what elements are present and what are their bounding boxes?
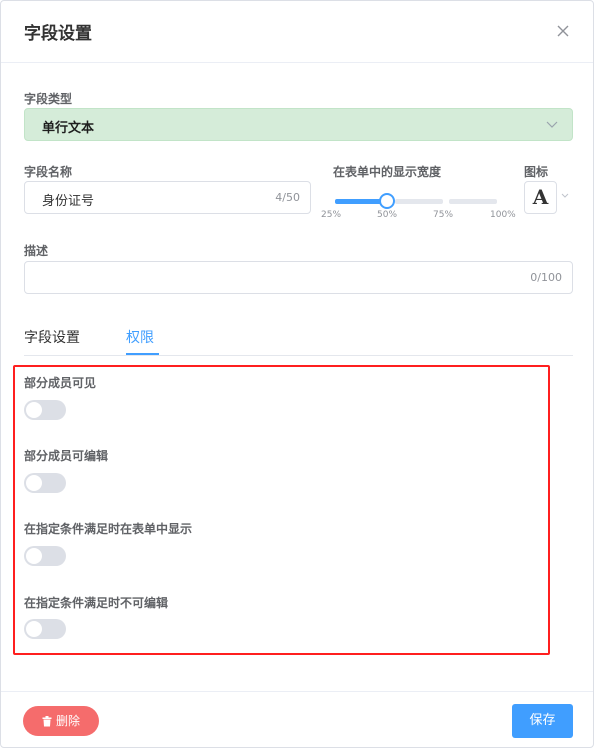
permission-toggle-editable[interactable]: [24, 473, 66, 493]
permission-toggle-conditional-show[interactable]: [24, 546, 66, 566]
icon-label: 图标: [524, 165, 549, 179]
description-input[interactable]: 0/100: [24, 261, 573, 294]
chevron-down-icon: [546, 121, 558, 128]
permission-label: 部分成员可编辑: [24, 449, 109, 463]
dialog-title: 字段设置: [24, 24, 92, 44]
settings-tabs: 字段设置 权限: [24, 321, 573, 356]
delete-label: 删除: [55, 714, 80, 728]
tab-permissions[interactable]: 权限: [126, 327, 154, 347]
slider-track-segment: [395, 199, 443, 204]
slider-tick-50: 50%: [377, 210, 398, 220]
toggle-knob: [26, 548, 42, 564]
permission-label: 部分成员可见: [24, 376, 97, 390]
chevron-down-icon[interactable]: [561, 193, 569, 199]
field-name-counter: 4/50: [275, 191, 300, 204]
close-icon[interactable]: [555, 23, 571, 39]
field-name-value: 身份证号: [42, 194, 95, 209]
field-settings-dialog: 字段设置 字段类型 单行文本 字段名称 身份证号 4/50 在表单中的显示宽度 …: [0, 0, 594, 748]
tab-field-settings[interactable]: 字段设置: [24, 327, 80, 347]
slider-tick-25: 25%: [321, 210, 342, 220]
display-width-slider[interactable]: 25% 50% 75% 100%: [321, 189, 521, 225]
dialog-footer: 删除 保存: [1, 691, 593, 747]
slider-track-segment: [449, 199, 497, 204]
permission-label: 在指定条件满足时在表单中显示: [24, 522, 193, 536]
font-icon-picker[interactable]: A: [524, 181, 557, 214]
toggle-knob: [26, 621, 42, 637]
delete-button[interactable]: 删除: [23, 706, 99, 736]
field-name-input[interactable]: 身份证号 4/50: [24, 181, 311, 214]
toggle-knob: [26, 402, 42, 418]
slider-thumb[interactable]: [379, 193, 395, 209]
active-tab-indicator: [126, 353, 159, 355]
trash-icon: [42, 716, 52, 727]
save-button[interactable]: 保存: [512, 704, 573, 738]
permission-toggle-visible[interactable]: [24, 400, 66, 420]
dialog-header: 字段设置: [1, 1, 593, 63]
permission-toggle-conditional-readonly[interactable]: [24, 619, 66, 639]
slider-tick-100: 100%: [490, 210, 516, 220]
toggle-knob: [26, 475, 42, 491]
permissions-highlight-frame: [13, 365, 550, 655]
slider-tick-75: 75%: [433, 210, 454, 220]
description-label: 描述: [24, 244, 49, 258]
description-counter: 0/100: [530, 271, 562, 284]
field-type-label: 字段类型: [24, 92, 73, 106]
permission-label: 在指定条件满足时不可编辑: [24, 596, 169, 610]
display-width-label: 在表单中的显示宽度: [333, 165, 442, 179]
field-type-select[interactable]: 单行文本: [24, 108, 573, 141]
field-name-label: 字段名称: [24, 165, 73, 179]
field-type-value: 单行文本: [42, 121, 95, 136]
